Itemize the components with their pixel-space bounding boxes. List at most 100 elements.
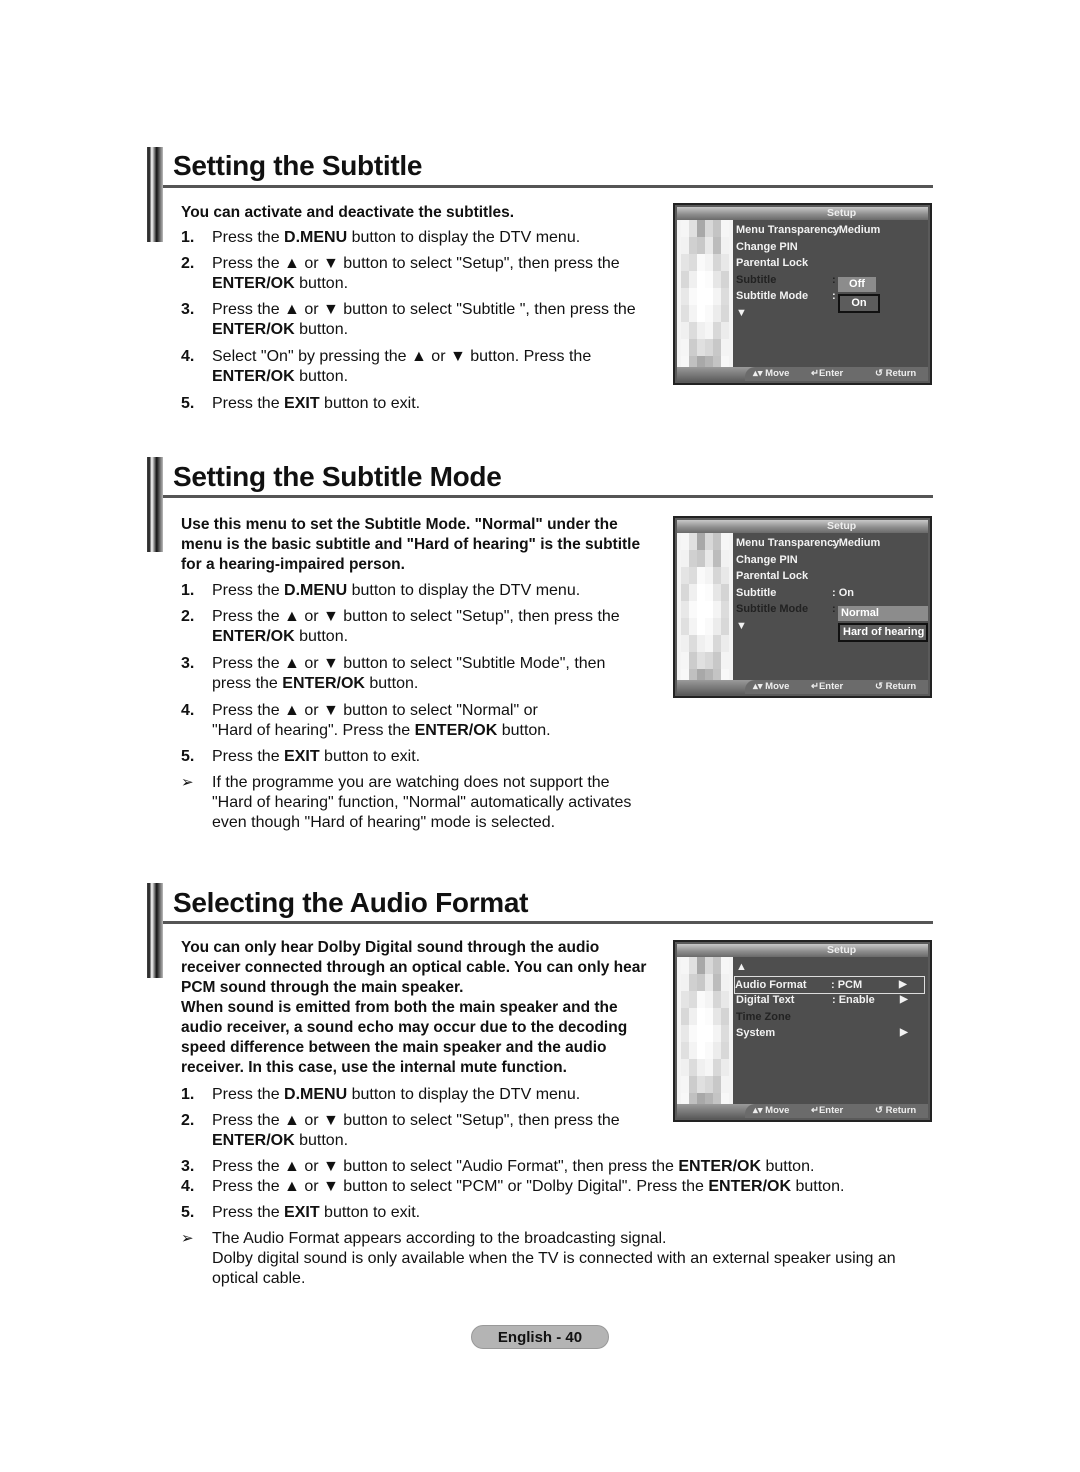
- note-arrow-icon: ➢: [181, 774, 194, 791]
- step-text-fragment: Press the: [212, 582, 285, 599]
- pixel-block: [689, 974, 697, 991]
- step-number: 5.: [181, 1204, 195, 1221]
- pixel-block: [689, 288, 697, 305]
- pixel-block: [697, 237, 705, 254]
- osd-item-label: Subtitle: [736, 586, 777, 599]
- pixel-block: [705, 567, 713, 584]
- section-intro: You can activate and deactivate the subt…: [181, 204, 515, 221]
- osd-hint-move: ▴▾ Move: [753, 368, 790, 379]
- pixel-block: [705, 957, 713, 974]
- pixel-block: [681, 618, 689, 635]
- osd-option[interactable]: Off: [838, 277, 876, 292]
- pixel-block: [681, 1059, 689, 1076]
- osd-item-label: ▲: [736, 961, 747, 973]
- osd-item-value: :: [832, 273, 836, 286]
- osd-menu-item[interactable]: Subtitle:: [736, 272, 925, 288]
- osd-footer-bar: ▴▾ Move ↵Enter ↺ Return: [677, 680, 928, 694]
- osd-menu-item[interactable]: Subtitle Mode:: [736, 288, 925, 304]
- osd-title-bar: Setup: [677, 944, 928, 957]
- pixel-block: [713, 254, 721, 271]
- pixel-block: [713, 991, 721, 1008]
- step-text-fragment: Press the ▲ or ▼ button to select "Audio…: [212, 1158, 679, 1175]
- section-intro-echo-warning: When sound is emitted from both the main…: [181, 999, 628, 1076]
- pixel-block: [705, 1025, 713, 1042]
- button-name: EXIT: [284, 395, 320, 412]
- pixel-block: [697, 305, 705, 322]
- osd-menu-item[interactable]: ▲: [736, 959, 925, 975]
- pixel-block: [697, 322, 705, 339]
- osd-menu-item[interactable]: Subtitle : On: [736, 585, 925, 601]
- tv-osd-setup-menu: Setup ▲ Audio Format: PCM ▶ Digital Text: En…: [673, 940, 932, 1122]
- osd-item-value: : On: [832, 586, 854, 599]
- pixel-block: [689, 254, 697, 271]
- osd-menu-item[interactable]: Menu Transparency: Medium: [736, 222, 925, 238]
- button-name: ENTER/OK: [414, 722, 498, 739]
- pixel-block: [681, 1025, 689, 1042]
- pixel-block: [689, 991, 697, 1008]
- step-number: 4.: [181, 702, 195, 719]
- section-marker-bar: [147, 147, 163, 242]
- osd-menu-item[interactable]: Audio Format: PCM ▶: [734, 975, 925, 994]
- step-text-fragment: "Hard of hearing". Press the: [212, 722, 415, 739]
- osd-title: Setup: [827, 520, 857, 532]
- pixel-block: [713, 584, 721, 601]
- osd-menu-item[interactable]: ▼: [736, 305, 925, 321]
- pixel-block: [689, 635, 697, 652]
- step-text-fragment: button to exit.: [319, 395, 421, 412]
- step-text: Press the ▲ or ▼ button to select "Audio…: [212, 1157, 814, 1177]
- step-text-fragment: Press the: [212, 1086, 285, 1103]
- osd-pixel-graphic: [677, 533, 733, 682]
- pixel-block: [681, 339, 689, 356]
- osd-item-label: Subtitle Mode: [736, 603, 809, 615]
- pixel-block: [705, 652, 713, 669]
- osd-menu-item[interactable]: Change PIN: [736, 239, 925, 255]
- osd-menu-body: ▲ Audio Format: PCM ▶ Digital Text: Enable ▶…: [733, 957, 928, 1106]
- osd-menu-item[interactable]: Digital Text: Enable ▶: [736, 992, 925, 1008]
- pixel-block: [721, 567, 729, 584]
- osd-menu-item[interactable]: Parental Lock: [736, 568, 925, 584]
- section-rule: [163, 185, 933, 188]
- pixel-block: [713, 974, 721, 991]
- pixel-block: [721, 652, 729, 669]
- button-name: ENTER/OK: [212, 628, 295, 645]
- pixel-block: [705, 339, 713, 356]
- pixel-block: [713, 305, 721, 322]
- pixel-block: [697, 533, 705, 550]
- pixel-block: [697, 635, 705, 652]
- osd-menu-item[interactable]: Menu Transparency: Medium: [736, 535, 925, 551]
- section-rule: [163, 921, 933, 924]
- osd-footer-bar: ▴▾ Move ↵Enter ↺ Return: [677, 1104, 928, 1118]
- step-text: Press the ▲ or ▼ button to select "Setup…: [212, 254, 620, 294]
- osd-option[interactable]: Hard of hearing: [838, 623, 928, 642]
- pixel-block: [713, 1042, 721, 1059]
- pixel-block: [721, 584, 729, 601]
- pixel-block: [713, 1025, 721, 1042]
- pixel-block: [705, 1059, 713, 1076]
- pixel-block: [713, 220, 721, 237]
- pixel-block: [705, 322, 713, 339]
- button-name: ENTER/OK: [678, 1158, 762, 1175]
- step-text-fragment: button to exit.: [319, 1204, 421, 1221]
- pixel-block: [689, 1008, 697, 1025]
- pixel-block: [681, 957, 689, 974]
- step-text-fragment: button.: [294, 368, 349, 385]
- button-name: D.MENU: [284, 582, 348, 599]
- pixel-block: [705, 635, 713, 652]
- osd-option[interactable]: On: [838, 294, 880, 313]
- osd-menu-item[interactable]: Parental Lock: [736, 255, 925, 271]
- osd-menu-item[interactable]: Time Zone: [736, 1009, 925, 1025]
- section-title: Setting the Subtitle Mode: [173, 461, 502, 492]
- pixel-block: [697, 601, 705, 618]
- submenu-arrow-icon: ▶: [900, 1027, 908, 1038]
- pixel-block: [721, 271, 729, 288]
- step-number: 3.: [181, 655, 195, 672]
- osd-option[interactable]: Normal: [838, 606, 928, 621]
- step-text-fragment: Press the: [212, 748, 285, 765]
- step-text-fragment: Press the ▲ or ▼ button to select "Setup…: [212, 608, 620, 625]
- step-text: Select "On" by pressing the ▲ or ▼ butto…: [212, 347, 591, 387]
- osd-menu-item[interactable]: System ▶: [736, 1025, 925, 1041]
- pixel-block: [697, 1008, 705, 1025]
- osd-menu-item[interactable]: Change PIN: [736, 552, 925, 568]
- step-number: 5.: [181, 748, 195, 765]
- pixel-block: [689, 652, 697, 669]
